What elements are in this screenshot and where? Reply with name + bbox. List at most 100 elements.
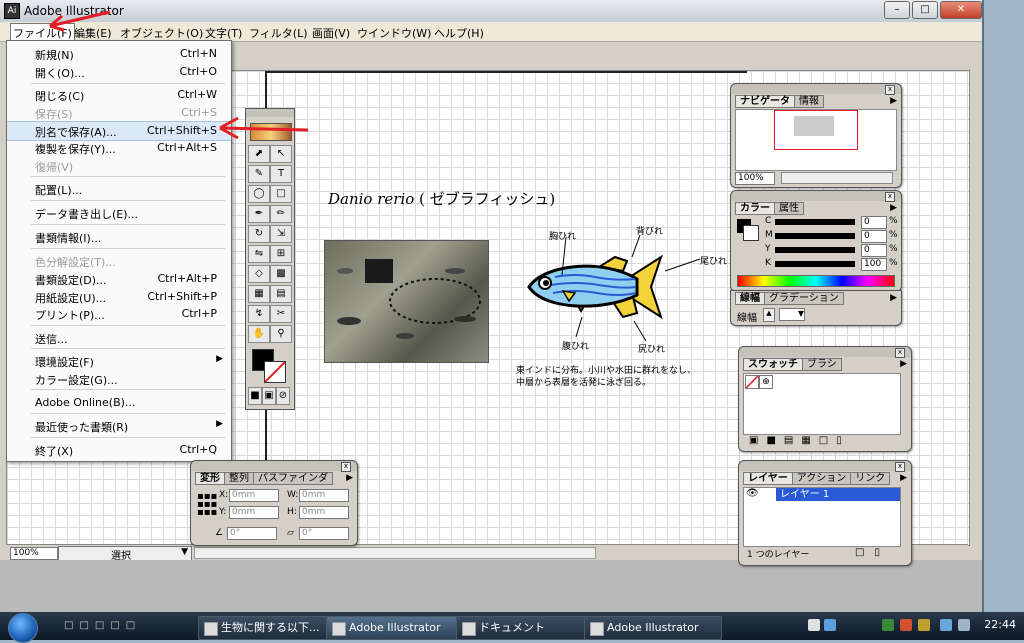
tray-icon[interactable] (882, 619, 894, 631)
file-menu-exit[interactable]: 終了(X) Ctrl+Q (7, 441, 231, 459)
panel-menu-icon[interactable]: ▶ (890, 293, 897, 303)
layers-footer-icons[interactable]: □▯ (855, 547, 890, 558)
tab-gradient[interactable]: グラデーション (764, 292, 844, 305)
tab-links[interactable]: リンク (850, 472, 891, 485)
color-spectrum-bar[interactable] (737, 275, 895, 287)
tab-navigator[interactable]: ナビゲータ (735, 95, 795, 108)
menu-type[interactable]: 文字(T) (205, 25, 242, 41)
network-icon[interactable] (940, 619, 952, 631)
panel-title-bar[interactable] (739, 347, 911, 357)
horizontal-scrollbar[interactable] (194, 547, 596, 559)
menu-filter[interactable]: フィルタ(L) (249, 25, 308, 41)
none-swatch[interactable] (745, 375, 759, 389)
tab-brushes[interactable]: ブラシ (802, 358, 842, 371)
graph-tool-icon[interactable]: ▩ (270, 265, 292, 283)
mesh-tool-icon[interactable]: ▦ (248, 285, 270, 303)
file-menu-new[interactable]: 新規(N) Ctrl+N (7, 45, 231, 63)
registration-swatch[interactable]: ⊕ (759, 375, 773, 389)
file-menu-place[interactable]: 配置(L)... (7, 180, 231, 198)
close-icon[interactable]: x (885, 192, 895, 202)
tab-layers[interactable]: レイヤー (743, 472, 793, 485)
scissors-tool-icon[interactable]: ✂ (270, 305, 292, 323)
menu-object[interactable]: オブジェクト(O) (120, 25, 203, 41)
channel-m-slider[interactable] (775, 233, 855, 239)
file-menu-send[interactable]: 送信... (7, 329, 231, 347)
type-tool-icon[interactable]: T (270, 165, 292, 183)
tab-align[interactable]: 整列 (224, 472, 254, 485)
file-menu-recent-files[interactable]: 最近使った書類(R) ▶ (7, 417, 231, 435)
reference-point-icon[interactable]: ▪▪▪ ▪▪▪ ▪▪▪ (197, 492, 217, 518)
language-icon[interactable] (808, 619, 820, 631)
maximize-button[interactable]: □ (912, 1, 938, 19)
eye-icon[interactable]: 👁 (746, 488, 759, 499)
channel-k-slider[interactable] (775, 261, 855, 267)
reshape-tool-icon[interactable]: ⇋ (248, 245, 270, 263)
panel-title-bar[interactable] (739, 461, 911, 471)
close-icon[interactable]: x (885, 85, 895, 95)
quick-launch-icons[interactable]: □□□□□ (64, 620, 141, 631)
swatch-panel-footer-icons[interactable]: ▣■▤▦□▯ (749, 435, 850, 446)
panel-menu-icon[interactable]: ▶ (900, 473, 907, 483)
navigator-zoom[interactable]: 100% (735, 172, 775, 185)
shear-angle-field[interactable]: 0° (299, 527, 349, 540)
zebrafish-photo[interactable] (324, 240, 489, 363)
selection-tool-icon[interactable]: ⬈ (248, 145, 270, 163)
close-icon[interactable]: x (895, 348, 905, 358)
file-menu-adobe-online[interactable]: Adobe Online(B)... (7, 394, 231, 412)
layer-row[interactable]: 👁 レイヤー 1 (744, 488, 900, 501)
tab-info[interactable]: 情報 (794, 95, 824, 108)
free-transform-tool-icon[interactable]: ⊞ (270, 245, 292, 263)
layer-name[interactable]: レイヤー 1 (776, 488, 900, 501)
panel-title-bar[interactable] (731, 84, 901, 94)
file-menu-page-setup[interactable]: 用紙設定(U)... Ctrl+Shift+P (7, 288, 231, 306)
panel-menu-icon[interactable]: ▶ (900, 359, 907, 369)
rotate-angle-field[interactable]: 0° (227, 527, 277, 540)
none-mode-icon[interactable]: ⊘ (276, 387, 290, 405)
stroke-color-swatch[interactable] (264, 361, 286, 383)
panel-menu-icon[interactable]: ▶ (346, 473, 353, 483)
volume-icon[interactable] (958, 619, 970, 631)
color-mode-icon[interactable]: ■ (248, 387, 262, 405)
panel-menu-icon[interactable]: ▶ (890, 96, 897, 106)
tab-actions[interactable]: アクション (791, 472, 852, 485)
file-menu-save-copy[interactable]: 複製を保存(Y)... Ctrl+Alt+S (7, 139, 231, 157)
eyedropper-tool-icon[interactable]: ↯ (248, 305, 270, 323)
menu-view[interactable]: 画面(V) (312, 25, 350, 41)
app-icon[interactable]: Ai (4, 3, 20, 19)
channel-m-value[interactable]: 0 (861, 230, 887, 243)
stroke-stepper[interactable]: ▲ (763, 308, 775, 322)
ellipse-tool-icon[interactable]: ◯ (248, 185, 270, 203)
panel-title-bar[interactable] (731, 191, 901, 201)
y-field[interactable]: 0mm (229, 506, 279, 519)
taskbar-button-documents[interactable]: ドキュメント (456, 616, 592, 640)
gradient-mode-icon[interactable]: ▣ (262, 387, 276, 405)
navigator-preview[interactable] (735, 109, 897, 171)
paintbrush-tool-icon[interactable]: ✒ (248, 205, 270, 223)
minimize-button[interactable]: – (884, 1, 910, 19)
channel-c-slider[interactable] (775, 219, 855, 225)
channel-y-value[interactable]: 0 (861, 244, 887, 257)
file-menu-document-info[interactable]: 書類情報(I)... (7, 228, 231, 246)
chevron-down-icon[interactable]: ▼ (779, 308, 805, 321)
channel-c-value[interactable]: 0 (861, 216, 887, 229)
x-field[interactable]: 0mm (229, 489, 279, 502)
file-menu-color-settings[interactable]: カラー設定(G)... (7, 370, 231, 388)
w-field[interactable]: 0mm (299, 489, 349, 502)
system-clock[interactable]: 22:44 (984, 618, 1016, 631)
taskbar-button-illustrator-active[interactable]: Adobe Illustrator (326, 616, 464, 640)
menu-help[interactable]: ヘルプ(H) (434, 25, 484, 41)
zoom-level[interactable]: 100% (10, 547, 58, 560)
ime-icon[interactable] (824, 619, 836, 631)
scale-tool-icon[interactable]: ⇲ (270, 225, 292, 243)
tab-attributes[interactable]: 属性 (774, 202, 804, 215)
direct-selection-tool-icon[interactable]: ↖ (270, 145, 292, 163)
pencil-tool-icon[interactable]: ✏ (270, 205, 292, 223)
hand-tool-icon[interactable]: ✋ (248, 325, 270, 343)
panel-menu-icon[interactable]: ▶ (890, 203, 897, 213)
close-icon[interactable]: x (895, 462, 905, 472)
tab-transform[interactable]: 変形 (195, 472, 225, 485)
tray-icon[interactable] (918, 619, 930, 631)
channel-k-value[interactable]: 100 (861, 258, 887, 271)
symbol-tool-icon[interactable]: ◇ (248, 265, 270, 283)
tab-pathfinder[interactable]: パスファインダ (253, 472, 333, 485)
